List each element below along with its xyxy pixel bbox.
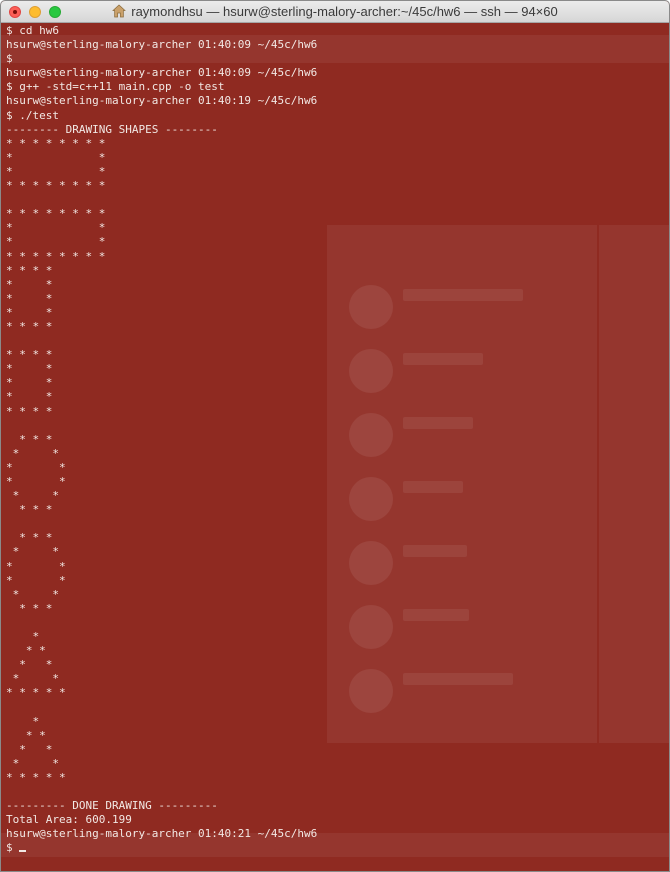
background-avatar-ghost [349, 541, 393, 585]
background-text-ghost [403, 609, 469, 621]
terminal-line: * * [6, 150, 106, 164]
terminal-line: $ cd hw6 [6, 24, 59, 37]
terminal-line: * * [6, 221, 106, 235]
terminal-line: * * * [6, 432, 53, 446]
terminal-line: * * [6, 475, 66, 488]
terminal-line: * * [6, 390, 53, 404]
home-folder-icon [112, 4, 127, 18]
terminal-content-area[interactable]: $ cd hw6 hsurw@sterling-malory-archer 01:… [1, 23, 669, 871]
background-avatar-ghost [349, 605, 393, 649]
terminal-line: * * [6, 644, 46, 658]
terminal-line: * * [6, 362, 53, 376]
terminal-line: * * * * [6, 348, 53, 362]
window-title-wrap: raymondhsu — hsurw@sterling-malory-arche… [1, 4, 669, 19]
terminal-line: * * [6, 489, 59, 503]
terminal-line: $ [6, 52, 13, 66]
terminal-line: * * * [6, 503, 53, 517]
terminal-line: * * * * * * * * [6, 249, 106, 263]
background-avatar-ghost [349, 349, 393, 393]
window-title: raymondhsu — hsurw@sterling-malory-arche… [131, 4, 558, 19]
background-avatar-ghost [349, 669, 393, 713]
terminal-line: * * [6, 742, 53, 756]
background-avatar-ghost [349, 413, 393, 457]
terminal-line: $ g++ -std=c++11 main.cpp -o test [6, 80, 225, 94]
background-avatar-ghost [349, 477, 393, 521]
terminal-line: hsurw@sterling-malory-archer 01:40:09 ~/… [6, 66, 318, 80]
terminal-line: * * [6, 376, 53, 390]
terminal-line: * * [6, 446, 59, 460]
background-window-ghost [599, 225, 669, 743]
text-cursor [19, 850, 27, 853]
terminal-line: * * [6, 305, 53, 319]
terminal-line: * [6, 630, 40, 644]
terminal-output: $ cd hw6 hsurw@sterling-malory-archer 01:… [6, 24, 317, 856]
background-avatar-ghost [349, 285, 393, 329]
background-text-ghost [403, 417, 473, 429]
terminal-line: * * [6, 728, 46, 742]
terminal-line: * [6, 714, 40, 728]
terminal-line: -------- DRAWING SHAPES -------- [6, 122, 218, 136]
terminal-line: * * * * * * * * [6, 179, 106, 193]
background-text-ghost [403, 481, 463, 493]
terminal-line: * * [6, 756, 59, 770]
terminal-line: * * * * [6, 319, 53, 333]
terminal-line: hsurw@sterling-malory-archer 01:40:21 ~/… [6, 827, 318, 841]
terminal-line: * * * * * [6, 770, 66, 784]
background-text-ghost [403, 545, 467, 557]
terminal-line: * * [6, 672, 59, 686]
terminal-line: * * * [6, 531, 53, 545]
terminal-line: * * [6, 573, 66, 587]
terminal-line: * * [6, 545, 59, 559]
terminal-line: hsurw@sterling-malory-archer 01:40:09 ~/… [6, 38, 318, 52]
terminal-line: * * * * * [6, 686, 66, 700]
terminal-line: * * * * * * * * [6, 136, 106, 150]
terminal-line: hsurw@sterling-malory-archer 01:40:19 ~/… [6, 94, 318, 108]
terminal-line: * * [6, 235, 106, 249]
terminal-line: --------- DONE DRAWING --------- [6, 799, 218, 813]
title-bar[interactable]: raymondhsu — hsurw@sterling-malory-arche… [1, 1, 669, 23]
terminal-line: * * * [6, 601, 53, 615]
terminal-line: Total Area: 600.199 [6, 813, 132, 827]
terminal-prompt: $ [6, 841, 20, 855]
terminal-line: * * * * [6, 263, 53, 277]
terminal-line: * * [6, 658, 53, 672]
terminal-line: * * [6, 587, 59, 601]
terminal-line: * * [6, 291, 53, 305]
terminal-line: * * * * * * * * [6, 207, 106, 221]
background-text-ghost [403, 353, 483, 365]
terminal-window: raymondhsu — hsurw@sterling-malory-arche… [0, 0, 670, 872]
background-text-ghost [403, 289, 523, 301]
background-text-ghost [403, 673, 513, 685]
terminal-line: * * [6, 460, 66, 474]
terminal-line: * * [6, 559, 66, 573]
terminal-line: $ ./test [6, 108, 59, 122]
terminal-line: * * [6, 164, 106, 178]
terminal-prompt-line[interactable]: $ [6, 841, 317, 855]
terminal-line: * * [6, 277, 53, 291]
terminal-line: * * * * [6, 404, 53, 418]
